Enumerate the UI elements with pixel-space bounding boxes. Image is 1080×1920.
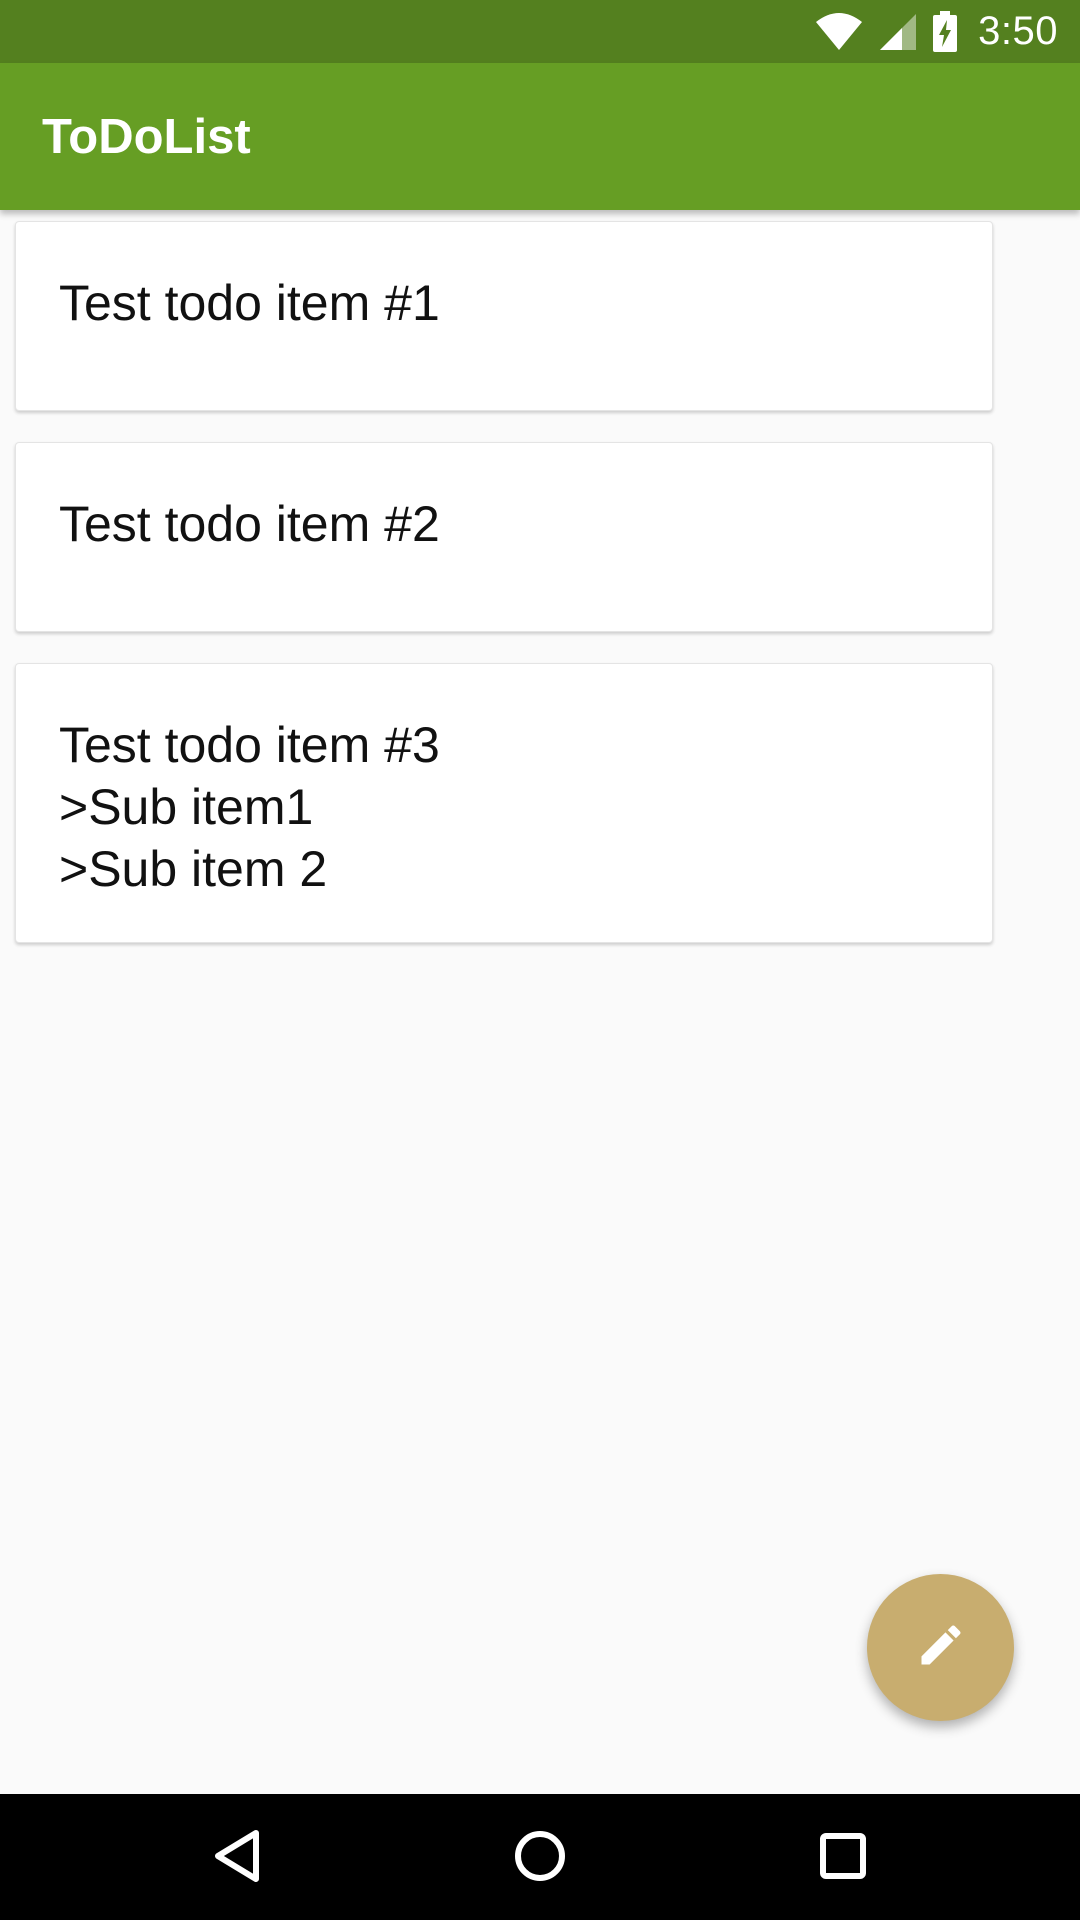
- edit-fab-button[interactable]: [867, 1574, 1014, 1721]
- todo-card[interactable]: Test todo item #3 >Sub item1 >Sub item 2: [15, 663, 993, 943]
- app-screen: 3:50 ToDoList Test todo item #1 Test tod…: [0, 0, 1080, 1920]
- recents-icon: [819, 1832, 867, 1885]
- edit-pencil-icon: [915, 1619, 967, 1676]
- home-icon: [513, 1829, 567, 1888]
- battery-charging-icon: [932, 10, 958, 53]
- cell-signal-icon: [878, 12, 918, 52]
- todo-card[interactable]: Test todo item #2: [15, 442, 993, 632]
- status-bar: 3:50: [0, 0, 1080, 63]
- wifi-icon: [814, 12, 864, 52]
- home-button[interactable]: [504, 1822, 576, 1894]
- back-icon: [212, 1829, 262, 1888]
- todo-text: Test todo item #2: [59, 496, 440, 552]
- back-button[interactable]: [201, 1822, 273, 1894]
- app-title: ToDoList: [42, 110, 251, 164]
- app-bar: ToDoList: [0, 63, 1080, 210]
- todo-text: Test todo item #3 >Sub item1 >Sub item 2: [59, 717, 440, 897]
- navigation-bar: [0, 1794, 1080, 1920]
- status-time: 3:50: [978, 9, 1058, 53]
- recents-button[interactable]: [807, 1822, 879, 1894]
- todo-text: Test todo item #1: [59, 275, 440, 331]
- todo-card[interactable]: Test todo item #1: [15, 221, 993, 411]
